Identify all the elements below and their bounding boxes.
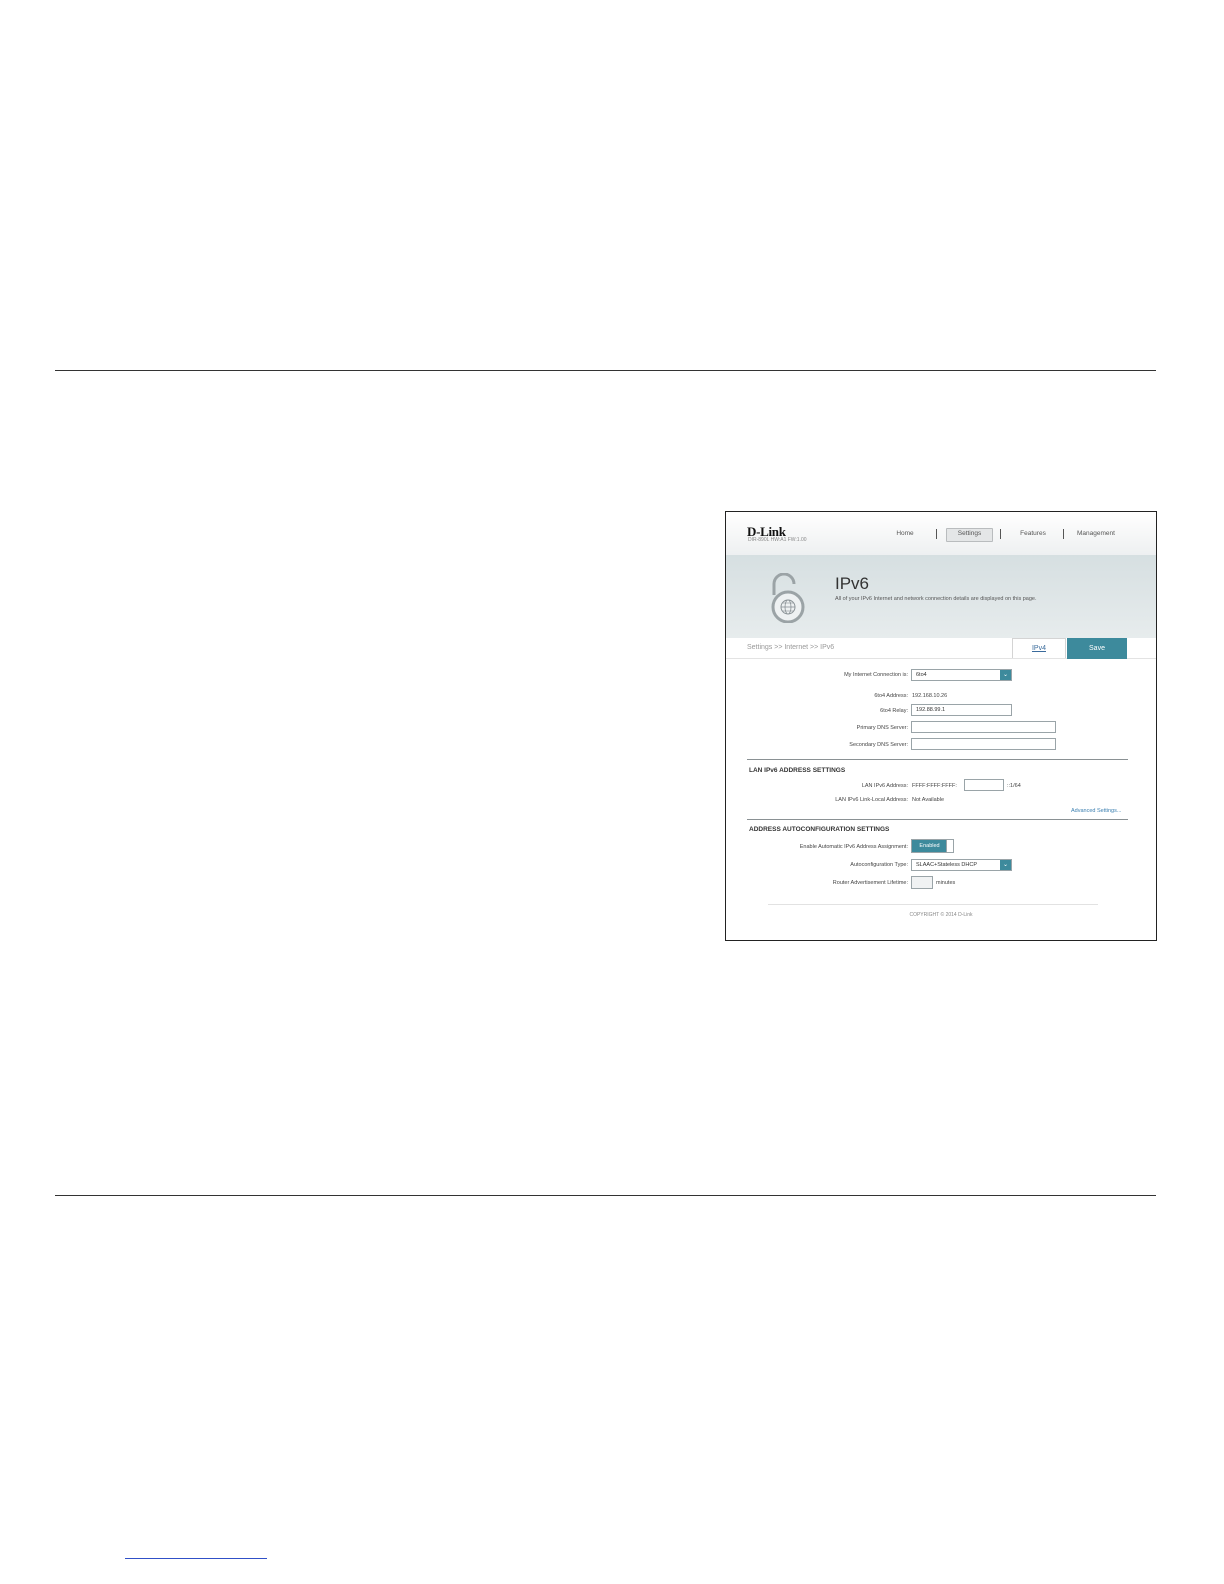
autoconfig-type-select[interactable]: SLAAC+Stateless DHCP ⌄ xyxy=(911,859,1012,871)
autoconfig-section-title: ADDRESS AUTOCONFIGURATION SETTINGS xyxy=(749,826,890,833)
6to4-relay-label: 6to4 Relay: xyxy=(880,708,908,714)
toggle-enabled-label: Enabled xyxy=(912,840,947,852)
chevron-down-icon: ⌄ xyxy=(1000,670,1011,680)
lan-ipv6-address-suffix: ::1/64 xyxy=(1007,783,1021,789)
connection-type-label: My Internet Connection is: xyxy=(844,672,908,678)
lan-ipv6-address-label: LAN IPv6 Address: xyxy=(861,783,908,789)
lan-ipv6-address-input[interactable] xyxy=(964,779,1004,791)
6to4-address-label: 6to4 Address: xyxy=(874,693,908,699)
autoconfig-type-value: SLAAC+Stateless DHCP xyxy=(916,862,977,868)
breadcrumb-bar: Settings >> Internet >> IPv6 IPv4 Save xyxy=(726,638,1156,659)
nav-features[interactable]: Features xyxy=(1013,528,1053,540)
enable-autoassign-toggle[interactable]: Enabled xyxy=(911,839,954,853)
save-button[interactable]: Save xyxy=(1067,638,1127,659)
nav-separator xyxy=(1063,529,1064,539)
section-divider xyxy=(747,759,1128,760)
nav-settings[interactable]: Settings xyxy=(946,528,993,542)
router-ui-screenshot: D-Link DIR-890L HW:A1 FW:1.00 Home Setti… xyxy=(725,511,1157,941)
autoconfig-type-label: Autoconfiguration Type: xyxy=(850,862,908,868)
ipv4-tab[interactable]: IPv4 xyxy=(1012,638,1066,658)
nav-home[interactable]: Home xyxy=(888,528,922,540)
top-header: D-Link DIR-890L HW:A1 FW:1.00 Home Setti… xyxy=(726,512,1156,555)
footer-link-underline[interactable] xyxy=(125,1558,267,1559)
ra-lifetime-input[interactable] xyxy=(911,876,933,889)
toggle-knob xyxy=(946,840,953,852)
lock-globe-icon xyxy=(766,572,806,625)
page-banner: IPv6 All of your IPv6 Internet and netwo… xyxy=(726,555,1156,638)
nav-separator xyxy=(1000,529,1001,539)
page-title: IPv6 xyxy=(835,574,870,593)
ra-lifetime-label: Router Advertisement Lifetime: xyxy=(832,880,908,886)
primary-dns-input[interactable] xyxy=(911,721,1056,733)
breadcrumb: Settings >> Internet >> IPv6 xyxy=(747,644,835,651)
connection-type-select[interactable]: 6to4 ⌄ xyxy=(911,669,1012,681)
top-divider xyxy=(55,370,1156,371)
6to4-address-value: 192.168.10.26 xyxy=(912,693,948,699)
enable-autoassign-label: Enable Automatic IPv6 Address Assignment… xyxy=(799,844,908,850)
bottom-divider xyxy=(55,1195,1156,1196)
secondary-dns-label: Secondary DNS Server: xyxy=(849,742,908,748)
connection-type-value: 6to4 xyxy=(916,672,927,678)
lan-ipv6-section-title: LAN IPv6 ADDRESS SETTINGS xyxy=(749,767,846,774)
chevron-down-icon: ⌄ xyxy=(1000,860,1011,870)
secondary-dns-input[interactable] xyxy=(911,738,1056,750)
page-description: All of your IPv6 Internet and network co… xyxy=(835,596,1037,602)
link-local-value: Not Available xyxy=(912,797,945,803)
model-info: DIR-890L HW:A1 FW:1.00 xyxy=(748,537,807,543)
nav-management[interactable]: Management xyxy=(1071,528,1121,540)
link-local-label: LAN IPv6 Link-Local Address: xyxy=(835,797,908,803)
lan-ipv6-address-prefix: FFFF:FFFF:FFFF: xyxy=(912,783,957,789)
copyright-text: COPYRIGHT © 2014 D-Link xyxy=(909,912,973,918)
6to4-relay-input[interactable]: 192.88.99.1 xyxy=(911,704,1012,716)
ra-lifetime-unit: minutes xyxy=(936,880,956,886)
footer-divider xyxy=(768,904,1098,905)
primary-dns-label: Primary DNS Server: xyxy=(856,725,908,731)
advanced-settings-link[interactable]: Advanced Settings... xyxy=(1071,808,1121,814)
nav-separator xyxy=(936,529,937,539)
section-divider xyxy=(747,819,1128,820)
